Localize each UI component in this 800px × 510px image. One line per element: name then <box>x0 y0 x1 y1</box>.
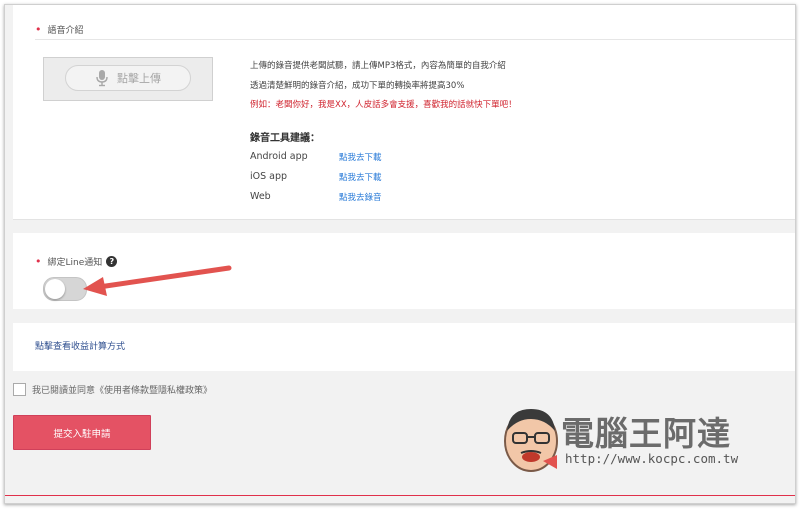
tool-link-web[interactable]: 點我去錄音 <box>339 191 382 203</box>
form-frame: • 語音介紹 點擊上傳 上傳的錄音提供老闆試聽，請上傳MP3格式，內容為簡單的自… <box>4 4 796 504</box>
tool-link-android[interactable]: 點我去下載 <box>339 151 382 163</box>
voice-intro-title: 語音介紹 <box>47 26 84 36</box>
voice-desc-line-1: 上傳的錄音提供老闆試聽，請上傳MP3格式，內容為簡單的自我介紹 <box>250 61 506 71</box>
toggle-knob <box>45 279 65 299</box>
upload-area: 點擊上傳 <box>43 57 213 101</box>
submit-application-button[interactable]: 提交入駐申請 <box>13 415 151 450</box>
watermark-logo: 電腦王阿達 http://www.kocpc.com.tw <box>499 399 789 479</box>
tool-name-web: Web <box>250 191 271 202</box>
earnings-section: 點擊查看收益計算方式 <box>13 323 795 371</box>
earnings-calc-link[interactable]: 點擊查看收益計算方式 <box>35 339 125 352</box>
watermark-name: 電腦王阿達 <box>561 414 731 453</box>
watermark-url: http://www.kocpc.com.tw <box>565 451 739 466</box>
voice-desc-example: 例如：老闆你好，我是XX，人皮話多會支援，喜歡我的話就快下單吧！ <box>250 100 517 110</box>
microphone-icon <box>96 70 108 87</box>
section-divider <box>35 39 795 40</box>
voice-intro-heading: • 語音介紹 <box>35 23 84 36</box>
required-marker: • <box>35 23 42 36</box>
tool-link-ios[interactable]: 點我去下載 <box>339 171 382 183</box>
terms-checkbox[interactable] <box>13 383 26 396</box>
voice-intro-section: • 語音介紹 點擊上傳 上傳的錄音提供老闆試聽，請上傳MP3格式，內容為簡單的自… <box>13 5 795 220</box>
arrow-annotation-icon <box>83 265 232 296</box>
terms-label: 我已閱讀並同意《使用者條款暨隱私權政策》 <box>32 386 213 396</box>
upload-label: 點擊上傳 <box>117 72 161 85</box>
mascot-icon <box>504 409 558 472</box>
tool-name-ios: iOS app <box>250 171 288 182</box>
required-marker: • <box>35 255 42 268</box>
bottom-divider <box>5 495 795 496</box>
recording-tools-title: 錄音工具建議： <box>250 133 320 144</box>
terms-agreement: 我已閱讀並同意《使用者條款暨隱私權政策》 <box>13 383 212 396</box>
upload-button[interactable]: 點擊上傳 <box>65 65 191 91</box>
voice-desc-line-2: 透過清楚鮮明的錄音介紹，成功下單的轉換率將提高30% <box>250 81 465 91</box>
tool-name-android: Android app <box>250 151 308 162</box>
